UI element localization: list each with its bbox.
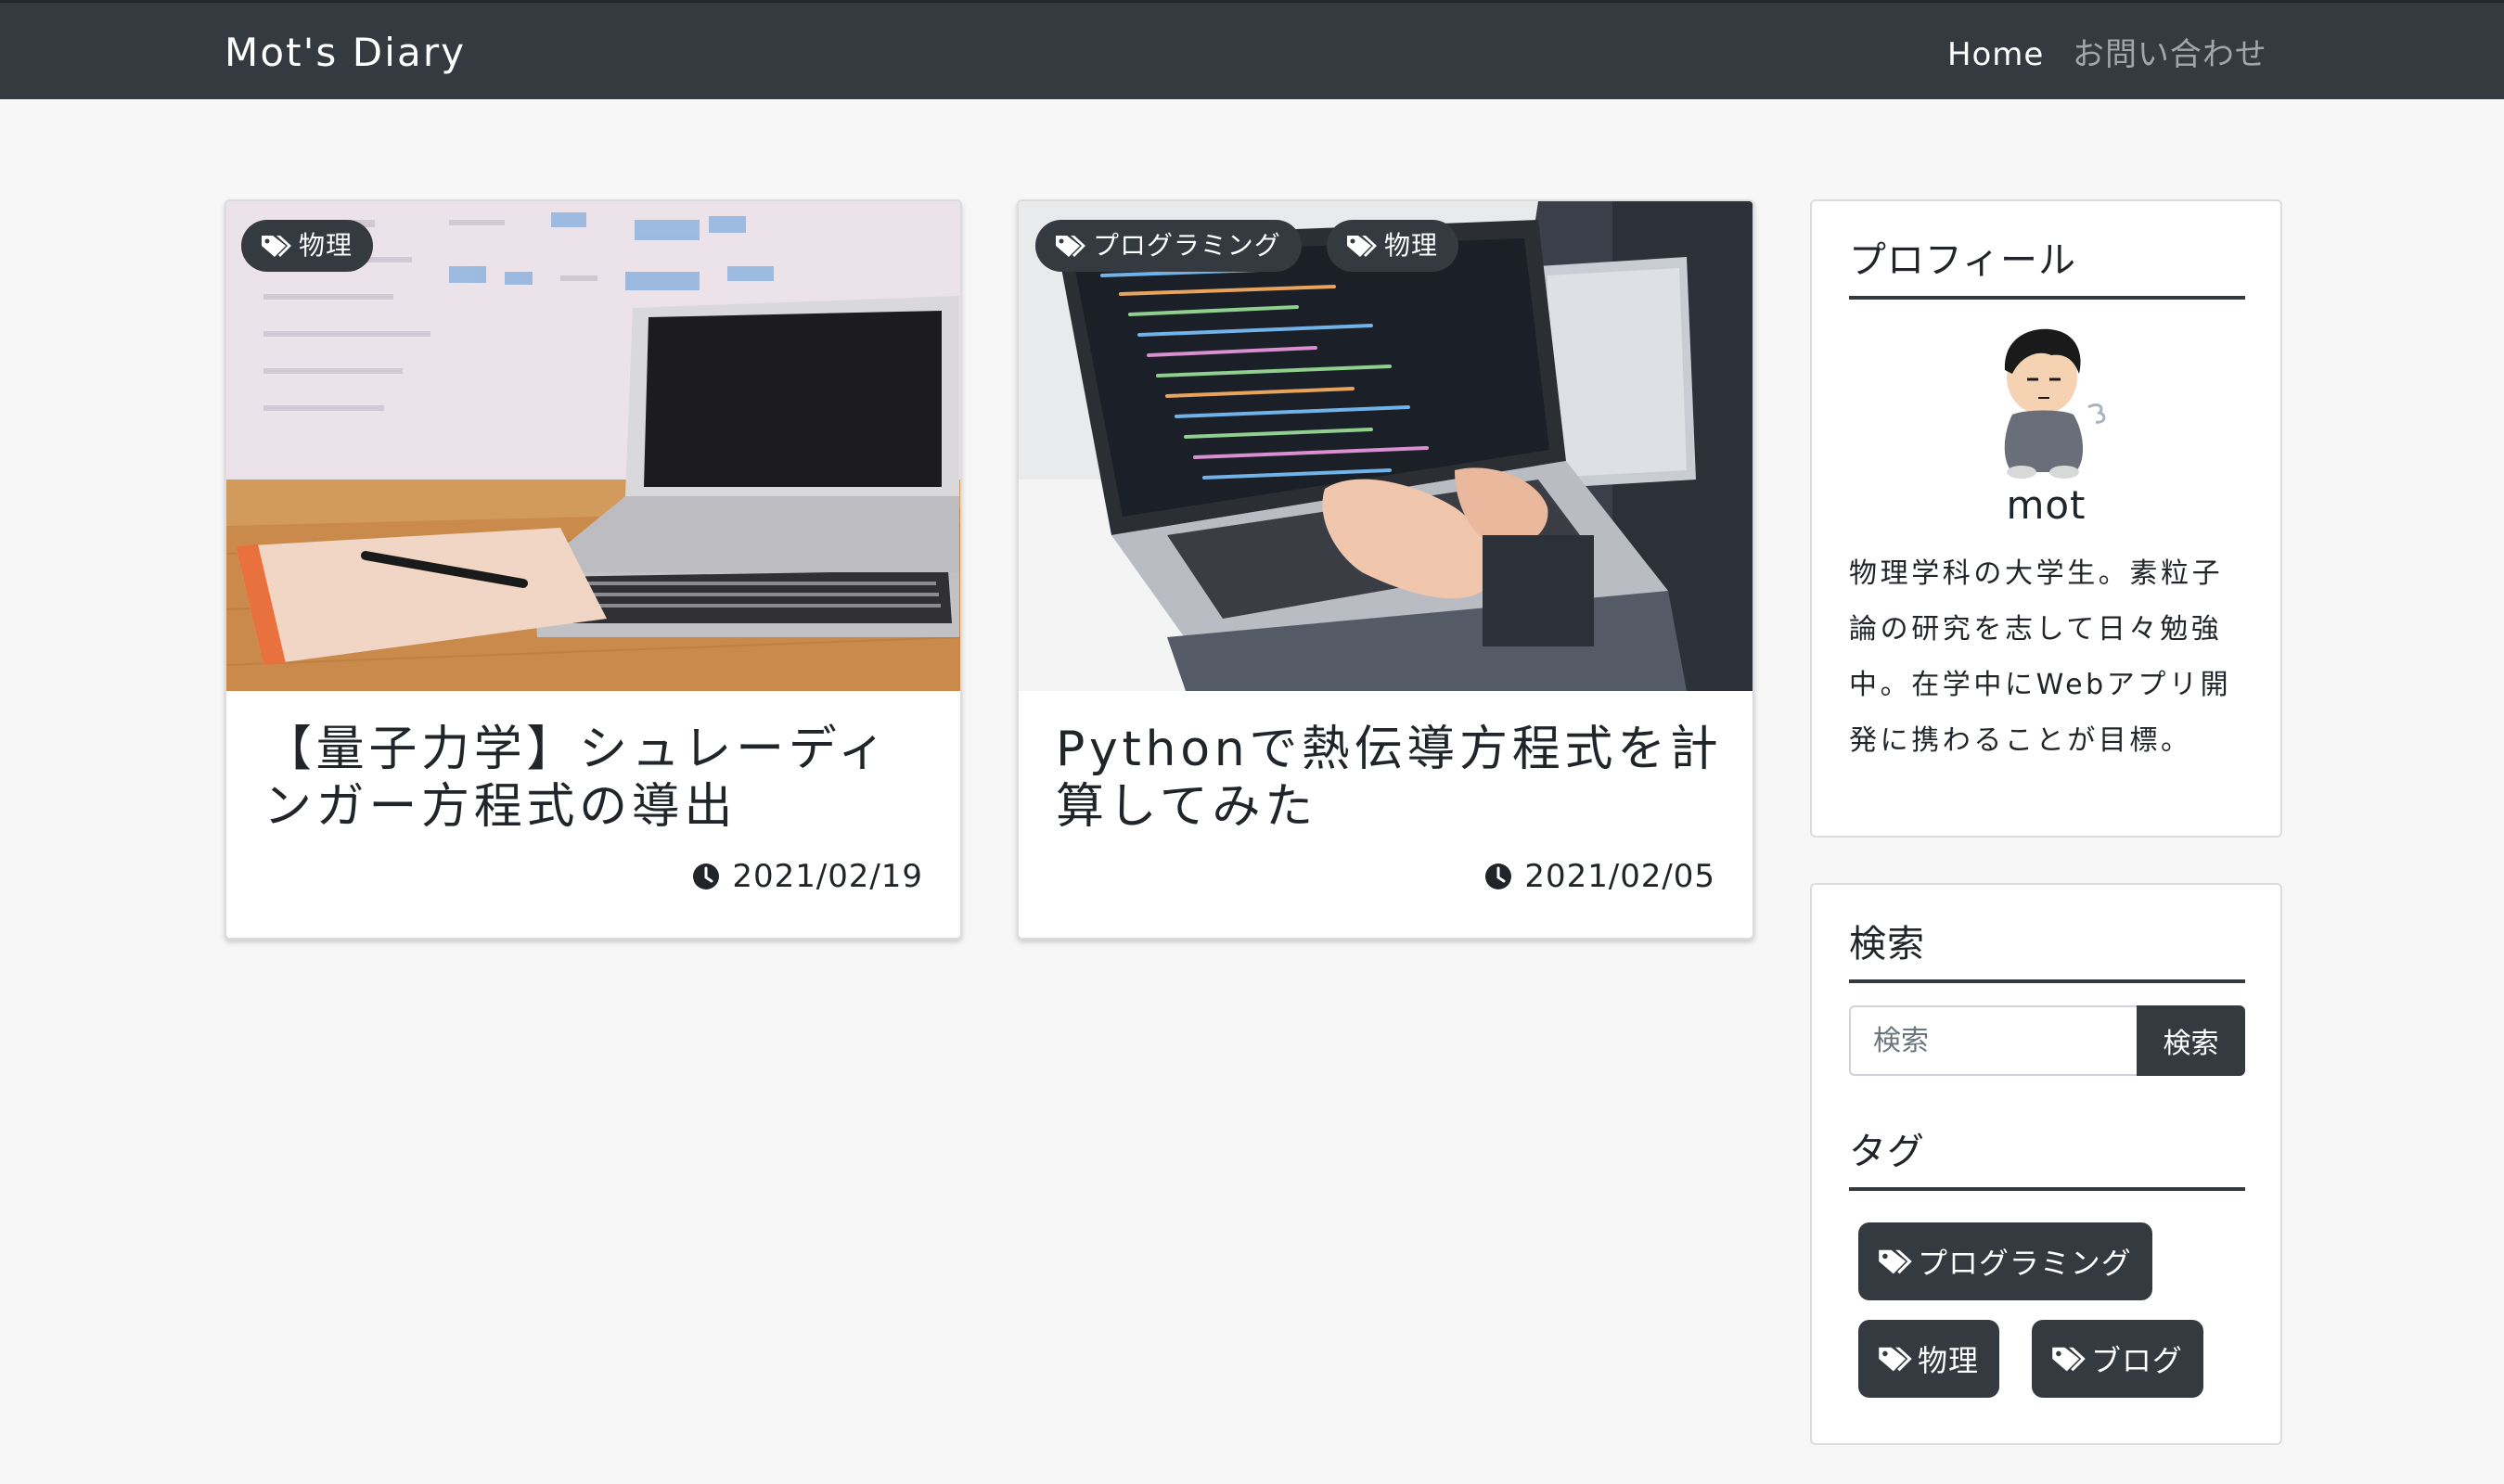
tag-icon: [1879, 1249, 1912, 1274]
tag-icon: [1056, 236, 1085, 257]
post-title[interactable]: 【量子力学】シュレーディンガー方程式の導出: [263, 721, 931, 836]
post-date: 2021/02/19: [691, 856, 923, 897]
nav-link-contact[interactable]: お問い合わせ: [2073, 34, 2267, 75]
clock-icon: [693, 864, 720, 889]
tag-icon: [262, 236, 291, 257]
post-card[interactable]: プログラミング 物理 Pythonで熱伝導方程式を計算してみた 2021/02/…: [1017, 199, 1754, 940]
tag-button-label: 物理: [1918, 1343, 1979, 1378]
search-tags-widget: 検索 検索 タグ プログラミング 物理 ブログ: [1810, 883, 2282, 1445]
navbar: Mot's Diary Home お問い合わせ: [0, 0, 2504, 99]
post-card[interactable]: 物理 【量子力学】シュレーディンガー方程式の導出 2021/02/19: [225, 199, 962, 940]
tag-button-blog[interactable]: ブログ: [2032, 1320, 2203, 1398]
post-thumbnail[interactable]: [226, 201, 960, 691]
search-button[interactable]: 検索: [2137, 1005, 2245, 1076]
tags-heading: タグ: [1849, 1128, 2245, 1191]
post-date: 2021/02/05: [1483, 856, 1715, 897]
laptop-desk-image: [226, 201, 960, 691]
brand-logo[interactable]: Mot's Diary: [225, 27, 466, 79]
tag-button-physics[interactable]: 物理: [1858, 1320, 1999, 1398]
tag-button-label: ブログ: [2091, 1343, 2183, 1378]
post-title[interactable]: Pythonで熱伝導方程式を計算してみた: [1056, 721, 1724, 836]
nav-link-home[interactable]: Home: [1947, 34, 2044, 75]
tag-icon: [2052, 1347, 2086, 1372]
profile-name: mot: [2006, 482, 2087, 528]
profile-bio: 物理学科の大学生。素粒子論の研究を志して日々勉強中。在学中にWebアプリ開発に携…: [1849, 557, 2232, 757]
post-tag-badge[interactable]: 物理: [241, 220, 373, 272]
tag-button-programming[interactable]: プログラミング: [1858, 1222, 2152, 1300]
profile-widget: プロフィール mot 物理学科の大学生。素粒子論の研究を志して日々勉強中。在学中…: [1810, 199, 2282, 838]
tag-button-label: プログラミング: [1918, 1246, 2132, 1281]
post-tag-label: 物理: [1384, 230, 1438, 261]
clock-icon: [1485, 864, 1512, 889]
search-heading: 検索: [1849, 920, 2245, 983]
post-tag-badge[interactable]: プログラミング: [1035, 220, 1302, 272]
post-date-label: 2021/02/05: [1524, 858, 1715, 895]
search-input[interactable]: [1849, 1005, 2137, 1076]
post-tag-badge[interactable]: 物理: [1327, 220, 1458, 272]
post-thumbnail[interactable]: [1019, 201, 1753, 691]
post-date-label: 2021/02/19: [732, 858, 923, 895]
typing-laptop-image: [1019, 201, 1753, 691]
tag-icon: [1879, 1347, 1912, 1372]
profile-heading: プロフィール: [1849, 237, 2245, 300]
post-tag-label: プログラミング: [1093, 230, 1281, 261]
tag-icon: [1347, 236, 1377, 257]
post-tag-label: 物理: [299, 230, 353, 261]
avatar: [2004, 328, 2106, 479]
